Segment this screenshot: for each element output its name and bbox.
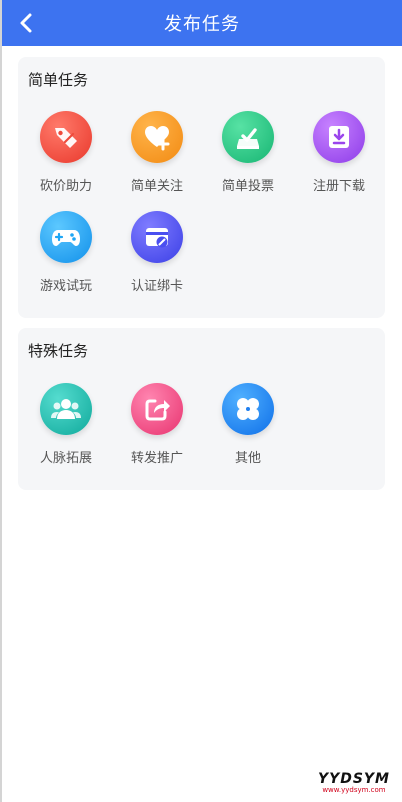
chevron-left-icon	[20, 13, 32, 33]
card-link-icon	[131, 211, 183, 263]
task-verify-bind-card[interactable]: 认证绑卡	[117, 211, 197, 294]
task-share-promote[interactable]: 转发推广	[117, 383, 197, 466]
section-title-simple: 简单任务	[28, 71, 89, 89]
share-icon	[131, 383, 183, 435]
task-other[interactable]: 其他	[208, 383, 288, 466]
frame-edge	[0, 0, 2, 802]
watermark-sub: www.yydsym.com	[322, 786, 386, 794]
item-label: 人脉拓展	[39, 451, 92, 466]
task-simple-follow[interactable]: 简单关注	[117, 111, 197, 194]
task-simple-vote[interactable]: 简单投票	[208, 111, 288, 194]
task-register-download[interactable]: 注册下载	[299, 111, 379, 194]
simple-tasks-card: 简单任务 砍价助力 简单关注 简单投票 注册下载 游戏试玩 认证绑卡	[18, 57, 385, 318]
watermark-main: YYDSYM	[317, 771, 390, 787]
item-label: 简单投票	[221, 179, 274, 194]
back-button[interactable]	[12, 9, 40, 37]
task-bargain-assist[interactable]: 砍价助力	[26, 111, 106, 194]
item-label: 其他	[234, 451, 261, 466]
special-tasks-card: 特殊任务 人脉拓展 转发推广 其他	[18, 328, 385, 490]
top-bar: 发布任务	[2, 0, 402, 46]
task-game-trial[interactable]: 游戏试玩	[26, 211, 106, 294]
item-label: 简单关注	[130, 179, 183, 194]
section-title-special: 特殊任务	[28, 342, 89, 360]
item-label: 转发推广	[130, 451, 183, 466]
download-icon	[313, 111, 365, 163]
vote-box-icon	[222, 111, 274, 163]
watermark-logo: YYDSYM www.yydsym.com	[318, 772, 390, 794]
gamepad-icon	[40, 211, 92, 263]
item-label: 认证绑卡	[130, 279, 183, 294]
item-label: 砍价助力	[39, 179, 92, 194]
heart-plus-icon	[131, 111, 183, 163]
clover-icon	[222, 383, 274, 435]
page-title: 发布任务	[164, 14, 240, 35]
item-label: 注册下载	[312, 179, 365, 194]
item-label: 游戏试玩	[39, 279, 92, 294]
task-network-expand[interactable]: 人脉拓展	[26, 383, 106, 466]
price-tag-icon	[40, 111, 92, 163]
people-icon	[40, 383, 92, 435]
